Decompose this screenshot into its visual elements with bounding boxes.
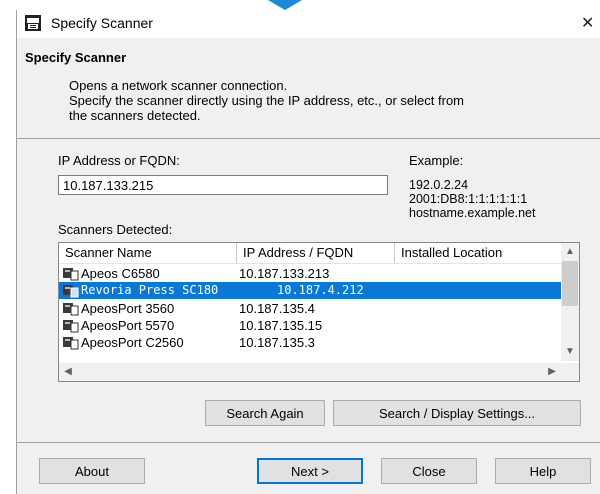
header-title: Specify Scanner	[25, 50, 127, 65]
description-line: Specify the scanner directly using the I…	[69, 93, 465, 108]
scanner-icon	[63, 337, 79, 350]
scanner-icon	[63, 285, 79, 298]
column-scanner-name[interactable]: Scanner Name	[59, 243, 237, 263]
description-line: Opens a network scanner connection.	[69, 78, 288, 93]
scanner-address: 10.187.135.15	[239, 318, 323, 333]
search-again-button[interactable]: Search Again	[205, 400, 325, 426]
bottom-divider	[17, 442, 600, 443]
vertical-scrollbar[interactable]: ▲ ▼	[561, 243, 579, 361]
next-button[interactable]: Next >	[257, 458, 363, 484]
column-installed-location[interactable]: Installed Location	[395, 243, 562, 263]
scroll-left-icon[interactable]: ◀	[59, 363, 77, 381]
example-hostname: hostname.example.net	[409, 206, 536, 220]
scanner-row[interactable]: ApeosPort 3560 10.187.135.4	[59, 300, 562, 317]
scanner-name: Apeos C6580	[81, 266, 160, 281]
example-ipv6: 2001:DB8:1:1:1:1:1:1	[409, 192, 528, 206]
header-description: Opens a network scanner connection. Spec…	[69, 78, 589, 123]
column-ip-address[interactable]: IP Address / FQDN	[237, 243, 395, 263]
example-label: Example:	[409, 153, 464, 168]
scanner-address: 10.187.133.213	[239, 266, 330, 281]
scanner-name: ApeosPort C2560	[81, 335, 184, 350]
list-header: Scanner Name IP Address / FQDN Installed…	[59, 243, 562, 264]
horizontal-scrollbar[interactable]: ◀ ▶	[59, 363, 579, 381]
ip-address-input[interactable]	[58, 175, 388, 195]
scroll-right-icon[interactable]: ▶	[543, 363, 561, 381]
scanner-icon	[63, 320, 79, 333]
ip-address-label: IP Address or FQDN:	[58, 153, 180, 168]
example-ipv4: 192.0.2.24	[409, 178, 469, 192]
scanner-icon	[63, 303, 79, 316]
help-button[interactable]: Help	[495, 458, 591, 484]
scanner-name: Revoria Press SC180	[81, 283, 219, 297]
scanner-address: 10.187.135.3	[239, 335, 315, 350]
about-button[interactable]: About	[39, 458, 145, 484]
close-window-button[interactable]: ✕	[581, 10, 600, 38]
window-title: Specify Scanner	[51, 15, 153, 31]
scroll-down-icon[interactable]: ▼	[561, 343, 579, 361]
scanner-app-icon	[25, 15, 41, 31]
vertical-scroll-thumb[interactable]	[562, 261, 578, 306]
scanner-row[interactable]: Apeos C6580 10.187.133.213	[59, 265, 562, 282]
scanner-address: 10.187.135.4	[239, 301, 315, 316]
scanner-row[interactable]: ApeosPort C2560 10.187.135.3	[59, 334, 562, 351]
scanner-address: 10.187.4.212	[277, 283, 364, 297]
title-bar: Specify Scanner ✕	[17, 10, 600, 38]
scanners-detected-label: Scanners Detected:	[58, 222, 173, 237]
search-display-settings-button[interactable]: Search / Display Settings...	[333, 400, 581, 426]
close-button[interactable]: Close	[381, 458, 477, 484]
header-divider	[17, 138, 600, 139]
header-panel: Specify Scanner Opens a network scanner …	[17, 38, 600, 138]
scanner-icon	[63, 268, 79, 281]
scanner-name: ApeosPort 3560	[81, 301, 175, 316]
example-values: 192.0.2.24 2001:DB8:1:1:1:1:1:1 hostname…	[409, 178, 535, 220]
arrow-indicator-icon	[268, 0, 302, 10]
scanner-name: ApeosPort 5570	[81, 318, 175, 333]
scanner-row-selected[interactable]: Revoria Press SC180 10.187.4.212	[59, 282, 562, 299]
description-line: the scanners detected.	[69, 108, 201, 123]
specify-scanner-dialog: Specify Scanner ✕ Specify Scanner Opens …	[16, 10, 600, 494]
scanners-list[interactable]: Scanner Name IP Address / FQDN Installed…	[58, 242, 580, 382]
scanner-row[interactable]: ApeosPort 5570 10.187.135.15	[59, 317, 562, 334]
scroll-up-icon[interactable]: ▲	[561, 243, 579, 261]
